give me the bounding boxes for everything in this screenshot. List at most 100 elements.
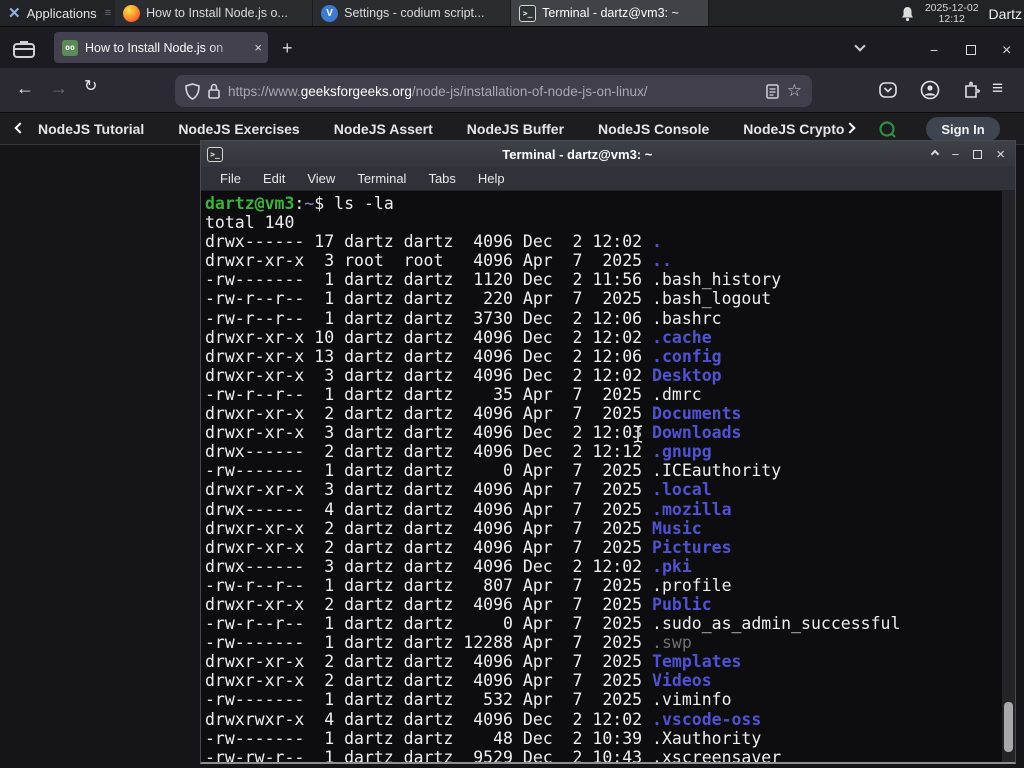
applications-menu-button[interactable]: ✕ Applications: [0, 0, 105, 26]
url-text: https://www.geeksforgeeks.org/node-js/in…: [228, 83, 648, 99]
terminal-close-button[interactable]: [996, 146, 1005, 163]
window-button-label: Settings - codium script...: [344, 6, 485, 20]
pocket-icon[interactable]: [878, 80, 898, 100]
terminal-listing-line: drwxr-xr-x 2 dartz dartz 4096 Apr 7 2025…: [205, 594, 712, 614]
terminal-maximize-button[interactable]: [973, 149, 983, 159]
terminal-window: Terminal - dartz@vm3: ~ FileEditViewTerm…: [200, 140, 1016, 764]
site-nav-item[interactable]: NodeJS Tutorial: [38, 121, 144, 137]
clock-date: 2025-12-02: [924, 1, 979, 14]
window-button[interactable]: Settings - codium script...: [313, 0, 512, 26]
terminal-listing-line: -rw------- 1 dartz dartz 12288 Apr 7 202…: [205, 633, 692, 653]
site-nav-items: NodeJS Tutorial NodeJS Exercises NodeJS As…: [38, 121, 848, 137]
browser-close-button[interactable]: [1002, 42, 1011, 60]
terminal-listing-line: -rw-r--r-- 1 dartz dartz 0 Apr 7 2025 .s…: [205, 614, 901, 634]
terminal-listing-line: -rw------- 1 dartz dartz 532 Apr 7 2025 …: [205, 690, 732, 710]
terminal-listing-line: drwxr-xr-x 10 dartz dartz 4096 Dec 2 12:…: [205, 327, 712, 347]
terminal-listing-line: drwxr-xr-x 2 dartz dartz 4096 Apr 7 2025…: [205, 404, 742, 424]
terminal-prompt-line: dartz@vm3:~$ ls -la: [205, 194, 394, 213]
user-menu[interactable]: Dartz: [989, 6, 1022, 22]
back-button[interactable]: [16, 79, 34, 97]
terminal-scrollbar[interactable]: [1002, 191, 1015, 762]
window-button[interactable]: Terminal - dartz@vm3: ~: [511, 0, 710, 26]
forward-button[interactable]: [50, 79, 68, 97]
terminal-menu-terminal[interactable]: Terminal: [348, 169, 415, 188]
tab-title: How to Install Node.js on: [85, 40, 224, 55]
terminal-listing-line: drwx------ 4 dartz dartz 4096 Apr 7 2025…: [205, 499, 732, 519]
terminal-title: Terminal - dartz@vm3: ~: [502, 146, 653, 162]
menu-icon[interactable]: [992, 78, 1003, 100]
terminal-menu-edit[interactable]: Edit: [254, 169, 294, 188]
firefox-icon: [123, 4, 141, 22]
browser-maximize-button[interactable]: [966, 45, 976, 55]
extensions-icon[interactable]: [962, 80, 980, 100]
terminal-menu-tabs[interactable]: Tabs: [419, 169, 464, 188]
site-nav-item[interactable]: NodeJS Console: [598, 121, 709, 137]
terminal-listing-line: drwxr-xr-x 3 dartz dartz 4096 Apr 7 2025…: [205, 480, 712, 500]
sign-in-button[interactable]: Sign In: [926, 117, 1000, 141]
terminal-minimize-button[interactable]: [952, 147, 960, 162]
terminal-listing-line: drwxr-xr-x 3 dartz dartz 4096 Dec 2 12:0…: [205, 365, 722, 385]
terminal-icon: [207, 146, 223, 162]
terminal-total-line: total 140: [205, 213, 295, 233]
search-icon[interactable]: [878, 120, 898, 140]
terminal-listing-line: -rw-r--r-- 1 dartz dartz 3730 Dec 2 12:0…: [205, 308, 722, 328]
clock[interactable]: 2025-12-02 12:12: [924, 1, 979, 25]
site-nav-item[interactable]: NodeJS Exercises: [178, 121, 299, 137]
terminal-listing-line: drwxr-xr-x 3 dartz dartz 4096 Dec 2 12:0…: [205, 423, 742, 443]
lock-icon[interactable]: [208, 83, 220, 99]
terminal-output: dartz@vm3:~$ ls -la total 140 drwx------ 1…: [201, 191, 1015, 762]
ibeam-cursor: [633, 424, 643, 444]
tab-title-fade: [208, 32, 242, 63]
new-tab-button[interactable]: [282, 38, 293, 59]
site-nav-item[interactable]: NodeJS Buffer: [467, 121, 564, 137]
tab-close-icon[interactable]: [254, 40, 262, 55]
clock-time: 12:12: [938, 12, 965, 25]
site-nav-item[interactable]: NodeJS Crypto: [743, 121, 844, 137]
terminal-listing-line: drwx------ 2 dartz dartz 4096 Dec 2 12:1…: [205, 442, 712, 462]
terminal-menu-view[interactable]: View: [298, 169, 344, 188]
reload-button[interactable]: [84, 79, 97, 95]
browser-tab[interactable]: How to Install Node.js on: [54, 32, 268, 63]
panel-separator: ≡: [104, 7, 112, 19]
terminal-listing-line: drwx------ 17 dartz dartz 4096 Dec 2 12:…: [205, 232, 662, 252]
terminal-titlebar[interactable]: Terminal - dartz@vm3: ~: [201, 141, 1015, 167]
terminal-listing-line: drwxr-xr-x 2 dartz dartz 4096 Apr 7 2025…: [205, 537, 732, 557]
terminal-menu-file[interactable]: File: [211, 169, 250, 188]
toolbar-right-icons: [878, 80, 980, 100]
notification-bell-icon[interactable]: [900, 6, 915, 22]
terminal-listing-line: -rw-r--r-- 1 dartz dartz 220 Apr 7 2025 …: [205, 289, 772, 309]
browser-minimize-button[interactable]: [930, 42, 938, 58]
site-nav-item[interactable]: NodeJS Assert: [334, 121, 433, 137]
terminal-listing-line: drwxr-xr-x 3 root root 4096 Apr 7 2025 .…: [205, 251, 672, 271]
window-button-label: Terminal - dartz@vm3: ~: [542, 6, 679, 20]
terminal-scrollbar-thumb[interactable]: [1004, 702, 1013, 752]
terminal-listing-line: drwx------ 3 dartz dartz 4096 Dec 2 12:0…: [205, 556, 692, 576]
terminal-listing-line: drwxr-xr-x 2 dartz dartz 4096 Apr 7 2025…: [205, 652, 742, 672]
terminal-content[interactable]: dartz@vm3:~$ ls -la total 140 drwx------ 1…: [201, 191, 1015, 762]
terminal-listing-line: -rw-rw-r-- 1 dartz dartz 9529 Dec 2 10:4…: [205, 747, 782, 762]
terminal-icon: [519, 4, 537, 22]
terminal-menubar: File Edit View Terminal Tabs Help: [201, 167, 1015, 191]
geeksforgeeks-favicon: [62, 39, 78, 56]
applications-icon: ✕: [8, 4, 21, 22]
terminal-menu-help[interactable]: Help: [469, 169, 514, 188]
window-button-label: How to Install Node.js o...: [146, 6, 288, 20]
terminal-listing-line: -rw------- 1 dartz dartz 1120 Dec 2 11:5…: [205, 270, 782, 290]
desktop-panel: ✕ Applications ≡ How to Install Node.js …: [0, 0, 1024, 27]
nav-scroll-left-icon[interactable]: [14, 122, 26, 134]
applications-label: Applications: [26, 5, 97, 21]
window-button[interactable]: How to Install Node.js o...: [115, 0, 314, 26]
firefox-view-icon[interactable]: [10, 38, 38, 60]
terminal-listing-line: drwxr-xr-x 2 dartz dartz 4096 Apr 7 2025…: [205, 671, 712, 691]
tracking-shield-icon[interactable]: [185, 82, 200, 100]
terminal-listing-line: -rw-r--r-- 1 dartz dartz 807 Apr 7 2025 …: [205, 575, 732, 595]
terminal-listing-line: drwxr-xr-x 2 dartz dartz 4096 Apr 7 2025…: [205, 518, 702, 538]
terminal-shade-icon[interactable]: [930, 149, 939, 159]
system-tray: 2025-12-02 12:12 Dartz: [900, 0, 1024, 27]
reader-view-icon[interactable]: [766, 83, 779, 99]
url-bar[interactable]: https://www.geeksforgeeks.org/node-js/in…: [175, 75, 812, 107]
account-icon[interactable]: [920, 80, 940, 100]
bookmark-star-icon[interactable]: ☆: [787, 81, 802, 101]
terminal-listing-line: -rw------- 1 dartz dartz 48 Dec 2 10:39 …: [205, 728, 762, 748]
terminal-listing-line: -rw-r--r-- 1 dartz dartz 35 Apr 7 2025 .…: [205, 384, 702, 404]
